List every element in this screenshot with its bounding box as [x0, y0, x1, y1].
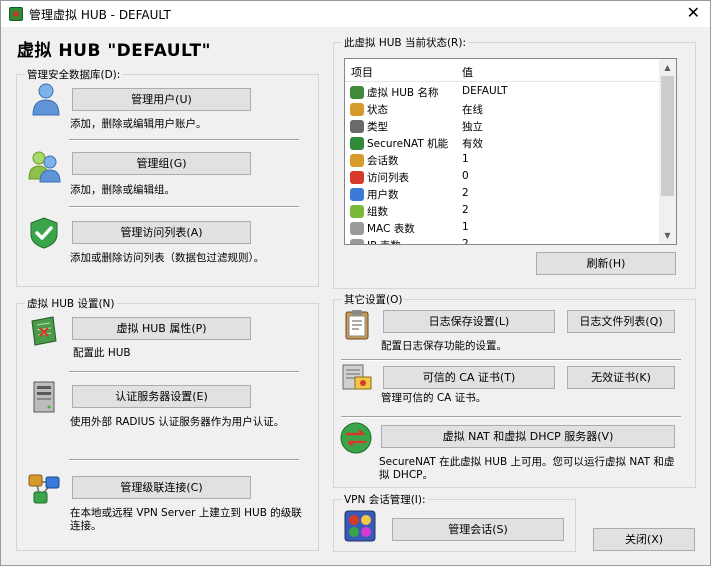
status-key: IP 表数 [367, 238, 401, 244]
status-list[interactable]: 项目 值 虚拟 HUB 名称 DEFAULT 状态 在线类型 独立 SecureNAT 机… [344, 58, 677, 245]
props-desc: 配置此 HUB [73, 347, 131, 359]
groups-desc: 添加，删除或编辑组。 [70, 184, 175, 196]
status-value: 0 [462, 170, 469, 182]
gear-icon [350, 222, 364, 235]
status-value: 2 [462, 238, 469, 245]
other-settings-label: 其它设置(O) [342, 292, 405, 307]
status-value: 有效 [462, 138, 483, 150]
list-item[interactable]: 状态 在线 [345, 101, 663, 118]
separator [69, 371, 299, 373]
cascade-desc: 在本地或远程 VPN Server 上建立到 HUB 的级联连接。 [70, 507, 302, 532]
list-item[interactable]: 虚拟 HUB 名称 DEFAULT [345, 84, 663, 101]
trusted-ca-button[interactable]: 可信的 CA 证书(T) [383, 366, 555, 389]
status-value: 2 [462, 204, 469, 216]
list-item[interactable]: IP 表数 2 [345, 237, 663, 245]
status-value: 2 [462, 187, 469, 199]
status-value: 1 [462, 221, 469, 233]
router-icon [350, 137, 364, 150]
refresh-button[interactable]: 刷新(H) [536, 252, 676, 275]
hub-properties-button[interactable]: 虚拟 HUB 属性(P) [72, 317, 251, 340]
scroll-up-icon[interactable]: ▲ [659, 59, 676, 76]
status-key: 状态 [367, 104, 388, 116]
vpn-session-label: VPN 会话管理(I): [342, 492, 428, 507]
router-icon [339, 421, 373, 455]
title-bar[interactable]: 管理虚拟 HUB - DEFAULT ✕ [1, 1, 710, 27]
hub-title: 虚拟 HUB "DEFAULT" [17, 41, 211, 61]
nat-desc: SecureNAT 在此虚拟 HUB 上可用。您可以运行虚拟 NAT 和虚拟 D… [379, 456, 675, 481]
manage-sessions-button[interactable]: 管理会话(S) [392, 518, 564, 541]
status-key: 访问列表 [367, 172, 409, 184]
certificate-icon [341, 363, 373, 393]
list-header: 项目 值 [345, 59, 663, 82]
status-key: 会话数 [367, 155, 399, 167]
list-item[interactable]: 访问列表 0 [345, 169, 663, 186]
hub-icon [350, 86, 364, 99]
status-key: 用户数 [367, 189, 399, 201]
list-item[interactable]: 类型 独立 [345, 118, 663, 135]
vertical-scrollbar[interactable]: ▲ ▼ [659, 59, 676, 244]
status-key: 组数 [367, 206, 388, 218]
list-item[interactable]: 会话数 1 [345, 152, 663, 169]
clipboard-icon [343, 308, 371, 340]
manage-users-button[interactable]: 管理用户(U) [72, 88, 251, 111]
status-key: 类型 [367, 121, 388, 133]
sessions-icon [344, 510, 376, 542]
group-icon [28, 149, 62, 183]
close-button[interactable]: 关闭(X) [593, 528, 695, 551]
hub-settings-label: 虚拟 HUB 设置(N) [25, 296, 117, 311]
hub-props-icon [29, 315, 59, 347]
online-icon [350, 103, 364, 116]
status-value: 独立 [462, 121, 483, 133]
user-icon [350, 188, 364, 201]
scroll-thumb[interactable] [661, 76, 674, 196]
server-icon [31, 381, 57, 413]
log-desc: 配置日志保存功能的设置。 [381, 340, 507, 352]
deny-icon [350, 171, 364, 184]
revoked-cert-button[interactable]: 无效证书(K) [567, 366, 675, 389]
security-db-label: 管理安全数据库(D): [25, 67, 123, 82]
status-key: MAC 表数 [367, 223, 415, 235]
manage-groups-button[interactable]: 管理组(G) [72, 152, 251, 175]
list-item[interactable]: 用户数 2 [345, 186, 663, 203]
col-value-header[interactable]: 值 [462, 64, 473, 80]
separator [341, 359, 681, 361]
user-icon [31, 82, 61, 116]
manage-acl-button[interactable]: 管理访问列表(A) [72, 221, 251, 244]
scroll-down-icon[interactable]: ▼ [659, 227, 676, 244]
cascade-icon [26, 471, 62, 505]
window-title: 管理虚拟 HUB - DEFAULT [29, 8, 171, 22]
group-icon [350, 205, 364, 218]
manage-hub-window: 管理虚拟 HUB - DEFAULT ✕ 虚拟 HUB "DEFAULT" 管理… [0, 0, 711, 566]
acl-desc: 添加或删除访问列表（数据包过滤规则）。 [70, 252, 265, 264]
status-value: 在线 [462, 104, 483, 116]
gear-icon [350, 239, 364, 244]
users-desc: 添加，删除或编辑用户账户。 [70, 118, 207, 130]
manage-cascade-button[interactable]: 管理级联连接(C) [72, 476, 251, 499]
close-icon[interactable]: ✕ [687, 4, 700, 22]
separator [69, 139, 299, 141]
list-item[interactable]: 组数 2 [345, 203, 663, 220]
separator [69, 206, 299, 208]
status-key: SecureNAT 机能 [367, 138, 449, 150]
virtual-nat-dhcp-button[interactable]: 虚拟 NAT 和虚拟 DHCP 服务器(V) [381, 425, 675, 448]
status-value: 1 [462, 153, 469, 165]
ca-desc: 管理可信的 CA 证书。 [381, 392, 487, 404]
list-item[interactable]: SecureNAT 机能 有效 [345, 135, 663, 152]
log-file-list-button[interactable]: 日志文件列表(Q) [567, 310, 675, 333]
session-icon [350, 154, 364, 167]
check-icon [28, 217, 60, 249]
status-label: 此虚拟 HUB 当前状态(R): [342, 35, 468, 50]
server-icon [350, 120, 364, 133]
list-item[interactable]: MAC 表数 1 [345, 220, 663, 237]
auth-server-button[interactable]: 认证服务器设置(E) [72, 385, 251, 408]
status-value: DEFAULT [462, 85, 508, 97]
col-item-header[interactable]: 项目 [351, 64, 373, 80]
radius-desc: 使用外部 RADIUS 认证服务器作为用户认证。 [70, 416, 285, 428]
app-icon [9, 7, 23, 21]
separator [341, 416, 681, 418]
status-key: 虚拟 HUB 名称 [367, 87, 439, 99]
log-settings-button[interactable]: 日志保存设置(L) [383, 310, 555, 333]
separator [69, 459, 299, 461]
